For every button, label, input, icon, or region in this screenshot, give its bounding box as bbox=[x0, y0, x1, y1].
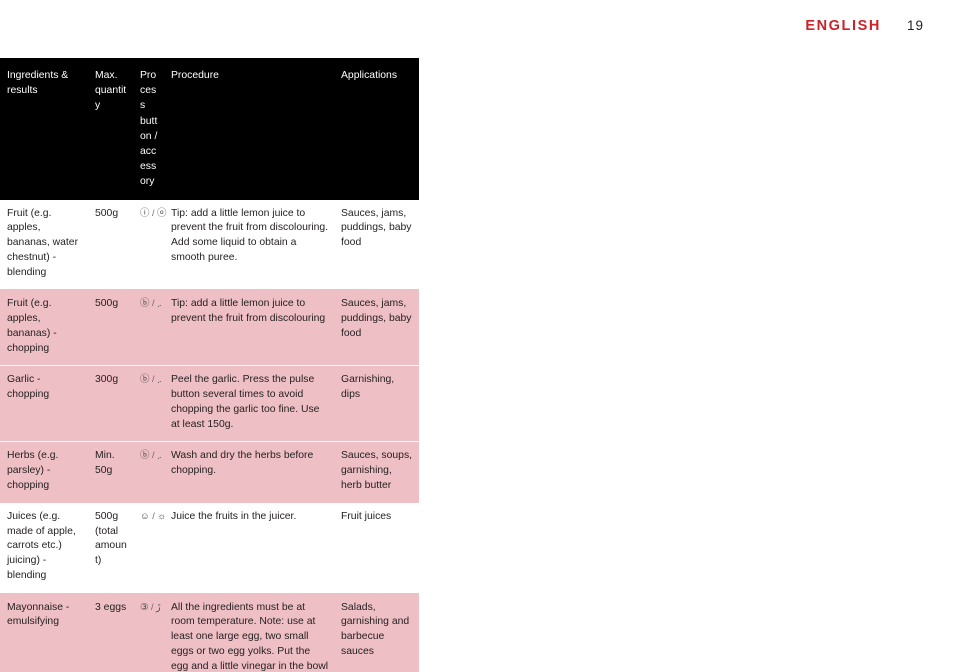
cell-ingredients: Herbs (e.g. parsley) - chopping bbox=[0, 441, 89, 503]
recipe-table-right-wrapper: Ingredients & results Max. quantity Proc… bbox=[0, 58, 419, 672]
cell-quantity: 300g bbox=[89, 365, 134, 442]
chopping-blade-icon: ܇ bbox=[157, 298, 162, 310]
cell-process-button: ☺ / ☼ bbox=[134, 502, 167, 594]
cell-ingredients: Fruit (e.g. apples, bananas) - chopping bbox=[0, 289, 89, 366]
column-header-process-button: Process button / accessory bbox=[134, 58, 165, 200]
document-page: ENGLISH 19 Ingredients & results Max. qu… bbox=[0, 0, 954, 672]
speed-dial-icon: ⓘ bbox=[140, 207, 151, 219]
cell-procedure: Peel the garlic. Press the pulse button … bbox=[165, 365, 335, 442]
table-header-right: Ingredients & results Max. quantity Proc… bbox=[0, 58, 419, 200]
slash-separator: / bbox=[152, 510, 156, 521]
cell-ingredients: Juices (e.g. made of apple, carrots etc.… bbox=[0, 502, 89, 594]
cell-procedure: All the ingredients must be at room temp… bbox=[165, 593, 335, 672]
table-row: Juices (e.g. made of apple, carrots etc.… bbox=[0, 502, 419, 594]
cell-applications: Salads, garnishing and barbecue sauces bbox=[335, 593, 419, 672]
running-header: ENGLISH 19 bbox=[805, 18, 924, 34]
cell-procedure: Juice the fruits in the juicer. bbox=[165, 502, 335, 594]
column-header-quantity: Max. quantity bbox=[89, 58, 134, 200]
pulse-button-icon: ⓑ bbox=[140, 450, 151, 462]
speed-three-icon: ③ bbox=[140, 601, 150, 613]
cell-applications: Sauces, soups, garnishing, herb butter bbox=[335, 441, 419, 503]
cell-ingredients: Fruit (e.g. apples, bananas, water chest… bbox=[0, 199, 89, 291]
pulse-button-icon: ⓑ bbox=[140, 374, 151, 386]
language-label: ENGLISH bbox=[805, 18, 881, 34]
page-number: 19 bbox=[906, 18, 924, 33]
cell-quantity: Min. 50g bbox=[89, 441, 134, 503]
cell-procedure: Tip: add a little lemon juice to prevent… bbox=[165, 199, 335, 291]
slash-separator: / bbox=[152, 207, 156, 218]
cell-procedure: Tip: add a little lemon juice to prevent… bbox=[165, 289, 335, 366]
chopping-blade-icon: ܇ bbox=[157, 374, 162, 386]
juicer-speed-icon: ☺ bbox=[140, 510, 151, 522]
table-row: Fruit (e.g. apples, bananas) - chopping 5… bbox=[0, 289, 419, 366]
table-row: Herbs (e.g. parsley) - chopping Min. 50g ⓑ… bbox=[0, 441, 419, 503]
cell-ingredients: Garlic - chopping bbox=[0, 365, 89, 442]
blender-accessory-icon: ⓞ bbox=[157, 207, 168, 219]
cell-process-button: ⓑ / ܇ bbox=[134, 441, 165, 503]
cell-applications: Fruit juices bbox=[335, 502, 419, 594]
column-header-procedure: Procedure bbox=[165, 58, 335, 200]
table-row: Mayonnaise - emulsifying 3 eggs ③ / ڙ All the… bbox=[0, 593, 419, 672]
cell-process-button: ⓘ / ⓞ bbox=[134, 199, 168, 291]
slash-separator: / bbox=[152, 450, 156, 461]
column-header-ingredients: Ingredients & results bbox=[0, 58, 89, 200]
cell-quantity: 3 eggs bbox=[89, 593, 134, 672]
slash-separator: / bbox=[152, 374, 156, 385]
slash-separator: / bbox=[152, 298, 156, 309]
cell-process-button: ⓑ / ܇ bbox=[134, 365, 165, 442]
juicer-accessory-icon: ☼ bbox=[157, 510, 167, 522]
cell-quantity: 500g bbox=[89, 289, 134, 366]
cell-process-button: ⓑ / ܇ bbox=[134, 289, 165, 366]
header-row: Ingredients & results Max. quantity Proc… bbox=[0, 58, 419, 200]
cell-applications: Sauces, jams, puddings, baby food bbox=[335, 289, 419, 366]
cell-quantity: 500g (total amount) bbox=[89, 502, 134, 594]
slash-separator: / bbox=[151, 601, 155, 612]
cell-applications: Garnishing, dips bbox=[335, 365, 419, 442]
cell-applications: Sauces, jams, puddings, baby food bbox=[335, 199, 419, 291]
pulse-button-icon: ⓑ bbox=[140, 298, 151, 310]
column-header-applications: Applications bbox=[335, 58, 419, 200]
recipe-table-right: Ingredients & results Max. quantity Proc… bbox=[0, 58, 419, 672]
cell-ingredients: Mayonnaise - emulsifying bbox=[0, 593, 89, 672]
whisk-accessory-icon: ڙ bbox=[156, 601, 161, 613]
table-row: Fruit (e.g. apples, bananas, water chest… bbox=[0, 199, 419, 291]
chopping-blade-icon: ܇ bbox=[157, 450, 162, 462]
cell-quantity: 500g bbox=[89, 199, 134, 291]
table-body-right: Fruit (e.g. apples, bananas, water chest… bbox=[0, 199, 419, 672]
cell-procedure: Wash and dry the herbs before chopping. bbox=[165, 441, 335, 503]
cell-process-button: ③/ڙ bbox=[134, 593, 165, 672]
table-row: Garlic - chopping 300g ⓑ / ܇ Peel the garlic.… bbox=[0, 365, 419, 442]
